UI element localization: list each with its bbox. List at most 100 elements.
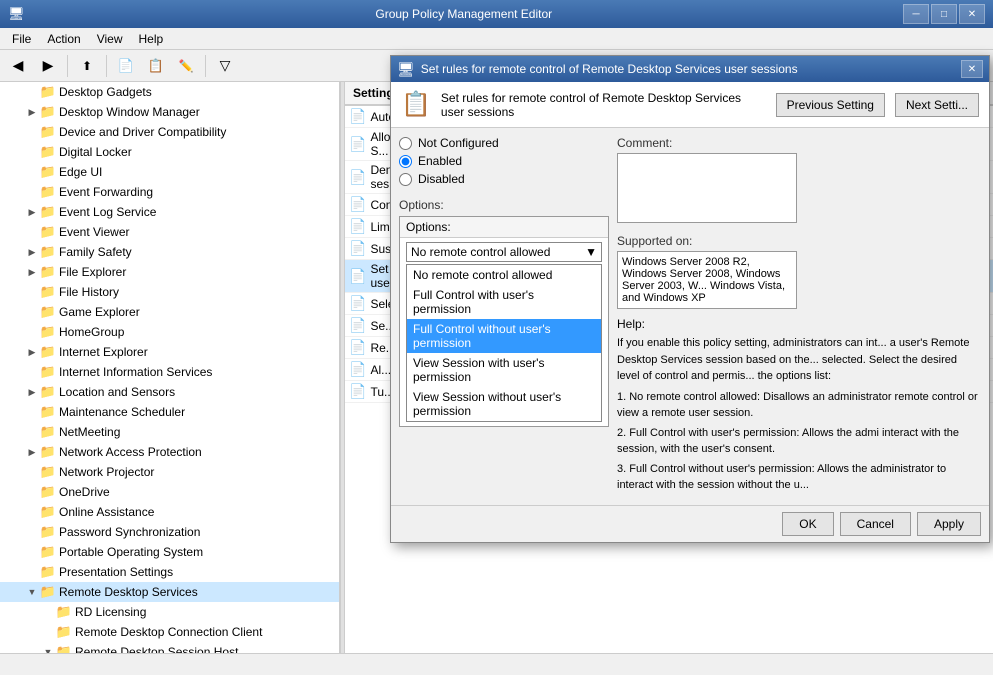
folder-icon: 📁	[40, 344, 56, 360]
tree-arrow-icon	[24, 544, 40, 560]
tree-panel[interactable]: 📁 Desktop Gadgets ▶ 📁 Desktop Window Man…	[0, 82, 340, 653]
tree-item[interactable]: 📁 RD Licensing	[0, 602, 339, 622]
next-setting-button[interactable]: Next Setti...	[895, 93, 979, 117]
help-label: Help:	[617, 317, 981, 331]
radio-not-configured-input[interactable]	[399, 137, 412, 150]
tree-item-label: File History	[59, 285, 119, 299]
folder-icon: 📁	[40, 584, 56, 600]
tree-item[interactable]: 📁 Internet Information Services	[0, 362, 339, 382]
setting-icon: 📄	[349, 108, 366, 125]
modal-dialog[interactable]: 🖥 Set rules for remote control of Remote…	[390, 55, 990, 543]
tree-item[interactable]: 📁 Event Forwarding	[0, 182, 339, 202]
tree-item[interactable]: 📁 Device and Driver Compatibility	[0, 122, 339, 142]
options-box: Options: No remote control allowed ▼	[399, 216, 609, 427]
tree-item[interactable]: ▶ 📁 Internet Explorer	[0, 342, 339, 362]
tree-item[interactable]: 📁 Network Projector	[0, 462, 339, 482]
setting-icon: 📄	[349, 295, 366, 312]
modal-close-button[interactable]: ✕	[961, 60, 983, 78]
menu-help[interactable]: Help	[131, 28, 172, 49]
dropdown-option-4[interactable]: View Session with user's permission	[407, 353, 601, 387]
tree-item[interactable]: 📁 Desktop Gadgets	[0, 82, 339, 102]
tree-item[interactable]: ▶ 📁 Location and Sensors	[0, 382, 339, 402]
menu-action[interactable]: Action	[39, 28, 88, 49]
tree-item[interactable]: 📁 OneDrive	[0, 482, 339, 502]
prev-setting-button[interactable]: Previous Setting	[776, 93, 885, 117]
tree-arrow-icon: ▶	[24, 344, 40, 360]
tree-item-label: Internet Explorer	[59, 345, 148, 359]
dropdown-option-5[interactable]: View Session without user's permission	[407, 387, 601, 421]
toolbar-filter[interactable]: ▽	[211, 53, 239, 79]
tree-item[interactable]: ▶ 📁 Network Access Protection	[0, 442, 339, 462]
folder-icon: 📁	[40, 424, 56, 440]
folder-icon: 📁	[40, 184, 56, 200]
folder-icon: 📁	[40, 304, 56, 320]
tree-item-label: Event Forwarding	[59, 185, 153, 199]
tree-item-label: Online Assistance	[59, 505, 154, 519]
close-button[interactable]: ✕	[959, 4, 985, 24]
maximize-button[interactable]: □	[931, 4, 957, 24]
tree-item[interactable]: 📁 Presentation Settings	[0, 562, 339, 582]
tree-item[interactable]: 📁 HomeGroup	[0, 322, 339, 342]
dropdown-value: No remote control allowed	[411, 245, 550, 259]
app-icon: 🖥	[8, 6, 25, 22]
tree-item-label: Family Safety	[59, 245, 132, 259]
radio-disabled-input[interactable]	[399, 173, 412, 186]
toolbar-new[interactable]: 📄	[112, 53, 140, 79]
tree-arrow-icon	[24, 424, 40, 440]
toolbar-back[interactable]: ◀	[4, 53, 32, 79]
dropdown-option-2[interactable]: Full Control with user's permission	[407, 285, 601, 319]
tree-arrow-icon	[24, 464, 40, 480]
tree-item[interactable]: 📁 NetMeeting	[0, 422, 339, 442]
tree-item[interactable]: 📁 Portable Operating System	[0, 542, 339, 562]
tree-item[interactable]: ▶ 📁 Event Log Service	[0, 202, 339, 222]
tree-item[interactable]: 📁 Password Synchronization	[0, 522, 339, 542]
toolbar-edit[interactable]: ✏️	[172, 53, 200, 79]
tree-item[interactable]: 📁 Game Explorer	[0, 302, 339, 322]
tree-item-label: Location and Sensors	[59, 385, 175, 399]
menu-file[interactable]: File	[4, 28, 39, 49]
tree-item-label: NetMeeting	[59, 425, 120, 439]
options-outer-label: Options:	[399, 198, 609, 212]
dropdown-option-3[interactable]: Full Control without user's permission	[407, 319, 601, 353]
ok-button[interactable]: OK	[782, 512, 833, 536]
tree-item[interactable]: 📁 Edge UI	[0, 162, 339, 182]
radio-disabled[interactable]: Disabled	[399, 172, 609, 186]
tree-item[interactable]: 📁 File History	[0, 282, 339, 302]
tree-item[interactable]: 📁 Online Assistance	[0, 502, 339, 522]
tree-item-label: Portable Operating System	[59, 545, 203, 559]
tree-item[interactable]: ▶ 📁 Desktop Window Manager	[0, 102, 339, 122]
cancel-button[interactable]: Cancel	[840, 512, 911, 536]
toolbar-properties[interactable]: 📋	[142, 53, 170, 79]
tree-item[interactable]: ▶ 📁 File Explorer	[0, 262, 339, 282]
dropdown-option-1[interactable]: No remote control allowed	[407, 265, 601, 285]
comment-textarea[interactable]	[617, 153, 797, 223]
tree-item-label: Event Log Service	[59, 205, 156, 219]
help-text: If you enable this policy setting, admin…	[617, 335, 981, 385]
tree-item-label: Edge UI	[59, 165, 102, 179]
tree-item[interactable]: 📁 Maintenance Scheduler	[0, 402, 339, 422]
tree-arrow-icon	[24, 504, 40, 520]
tree-item[interactable]: ▶ 📁 Family Safety	[0, 242, 339, 262]
tree-item-label: Password Synchronization	[59, 525, 200, 539]
radio-enabled[interactable]: Enabled	[399, 154, 609, 168]
menu-view[interactable]: View	[89, 28, 131, 49]
toolbar-up[interactable]: ⬆	[73, 53, 101, 79]
tree-item[interactable]: ▼ 📁 Remote Desktop Services	[0, 582, 339, 602]
setting-label: Al...	[370, 363, 391, 377]
tree-item[interactable]: 📁 Remote Desktop Connection Client	[0, 622, 339, 642]
tree-arrow-icon	[24, 144, 40, 160]
toolbar-forward[interactable]: ▶	[34, 53, 62, 79]
radio-enabled-input[interactable]	[399, 155, 412, 168]
minimize-button[interactable]: ─	[903, 4, 929, 24]
radio-not-configured[interactable]: Not Configured	[399, 136, 609, 150]
folder-icon: 📁	[40, 284, 56, 300]
tree-item[interactable]: 📁 Event Viewer	[0, 222, 339, 242]
apply-button[interactable]: Apply	[917, 512, 981, 536]
tree-item[interactable]: ▼ 📁 Remote Desktop Session Host	[0, 642, 339, 653]
supported-section: Supported on: Windows Server 2008 R2, Wi…	[617, 234, 981, 309]
help-item-2: 2. Full Control with user's permission: …	[617, 425, 981, 458]
tree-container: 📁 Desktop Gadgets ▶ 📁 Desktop Window Man…	[0, 82, 339, 653]
dropdown-display[interactable]: No remote control allowed ▼	[406, 242, 602, 262]
supported-text: Windows Server 2008 R2, Windows Server 2…	[617, 251, 797, 309]
tree-item[interactable]: 📁 Digital Locker	[0, 142, 339, 162]
